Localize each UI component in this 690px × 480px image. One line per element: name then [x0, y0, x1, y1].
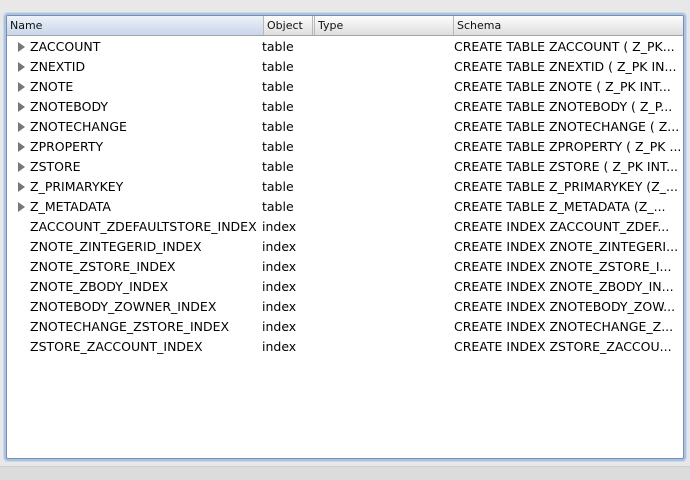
- cell-type: [317, 77, 452, 97]
- cell-object: index: [262, 239, 297, 254]
- disclosure-triangle-icon[interactable]: [18, 102, 25, 112]
- cell-name: ZACCOUNT_ZDEFAULTSTORE_INDEX: [30, 219, 257, 234]
- cell-object: table: [262, 199, 294, 214]
- table-row[interactable]: ZSTORE table CREATE TABLE ZSTORE ( Z_PK IN…: [7, 157, 683, 177]
- cell-object: table: [262, 39, 294, 54]
- column-header-type[interactable]: Type: [315, 16, 454, 35]
- cell-name: Z_METADATA: [30, 199, 111, 214]
- disclosure-triangle-icon[interactable]: [18, 182, 25, 192]
- disclosure-triangle-icon[interactable]: [18, 122, 25, 132]
- cell-schema: CREATE TABLE ZNOTECHANGE ( Z...: [454, 119, 680, 134]
- cell-object: table: [262, 119, 294, 134]
- cell-schema: CREATE INDEX ZNOTE_ZINTEGERI...: [454, 239, 679, 254]
- cell-type: [317, 337, 452, 357]
- cell-name: ZNOTEBODY_ZOWNER_INDEX: [30, 299, 217, 314]
- cell-object: table: [262, 99, 294, 114]
- table-row[interactable]: ZNOTE_ZBODY_INDEX index CREATE INDEX ZNOTE…: [7, 277, 683, 297]
- cell-name: ZNOTE: [30, 79, 74, 94]
- cell-schema: CREATE INDEX ZSTORE_ZACCOU...: [454, 339, 672, 354]
- table-row[interactable]: ZNOTEBODY table CREATE TABLE ZNOTEBODY ( Z…: [7, 97, 683, 117]
- cell-schema: CREATE TABLE ZACCOUNT ( Z_PK...: [454, 39, 675, 54]
- cell-object: index: [262, 319, 297, 334]
- cell-name: ZSTORE_ZACCOUNT_INDEX: [30, 339, 203, 354]
- cell-object: table: [262, 59, 294, 74]
- cell-name: ZNOTE_ZINTEGERID_INDEX: [30, 239, 202, 254]
- cell-name: ZNEXTID: [30, 59, 86, 74]
- cell-object: table: [262, 159, 294, 174]
- column-header-name[interactable]: Name: [7, 16, 264, 35]
- cell-schema: CREATE TABLE ZSTORE ( Z_PK INT...: [454, 159, 679, 174]
- cell-type: [317, 177, 452, 197]
- cell-object: table: [262, 139, 294, 154]
- table-row[interactable]: ZNOTE_ZINTEGERID_INDEX index CREATE INDEX …: [7, 237, 683, 257]
- cell-object: index: [262, 299, 297, 314]
- disclosure-triangle-icon[interactable]: [18, 62, 25, 72]
- cell-schema: CREATE TABLE Z_PRIMARYKEY (Z_...: [454, 179, 678, 194]
- cell-object: index: [262, 219, 297, 234]
- cell-type: [317, 277, 452, 297]
- column-header-object[interactable]: Object: [264, 16, 313, 35]
- table-row[interactable]: ZNEXTID table CREATE TABLE ZNEXTID ( Z_PK …: [7, 57, 683, 77]
- cell-type: [317, 137, 452, 157]
- table-body: ZACCOUNT table CREATE TABLE ZACCOUNT ( Z_P…: [7, 37, 683, 357]
- table-row[interactable]: ZNOTE_ZSTORE_INDEX index CREATE INDEX ZNOT…: [7, 257, 683, 277]
- cell-type: [317, 97, 452, 117]
- table-row[interactable]: ZNOTECHANGE_ZSTORE_INDEX index CREATE INDE…: [7, 317, 683, 337]
- cell-schema: CREATE INDEX ZNOTE_ZBODY_IN...: [454, 279, 674, 294]
- cell-name: ZNOTECHANGE_ZSTORE_INDEX: [30, 319, 230, 334]
- schema-outline-view[interactable]: Name Object Type Schema ZACCOUNT table CRE…: [6, 15, 684, 459]
- cell-name: ZACCOUNT: [30, 39, 101, 54]
- cell-schema: CREATE TABLE ZNOTEBODY ( Z_P...: [454, 99, 673, 114]
- table-row[interactable]: ZPROPERTY table CREATE TABLE ZPROPERTY ( Z…: [7, 137, 683, 157]
- cell-object: index: [262, 339, 297, 354]
- cell-schema: CREATE INDEX ZACCOUNT_ZDEF...: [454, 219, 670, 234]
- cell-type: [317, 157, 452, 177]
- table-row[interactable]: ZACCOUNT table CREATE TABLE ZACCOUNT ( Z_P…: [7, 37, 683, 57]
- cell-name: ZNOTECHANGE: [30, 119, 127, 134]
- cell-name: Z_PRIMARYKEY: [30, 179, 124, 194]
- disclosure-triangle-icon[interactable]: [18, 142, 25, 152]
- cell-name: ZNOTEBODY: [30, 99, 109, 114]
- cell-name: ZPROPERTY: [30, 139, 104, 154]
- cell-schema: CREATE INDEX ZNOTEBODY_ZOW...: [454, 299, 676, 314]
- cell-schema: CREATE TABLE ZNEXTID ( Z_PK IN...: [454, 59, 677, 74]
- disclosure-triangle-icon[interactable]: [18, 162, 25, 172]
- cell-type: [317, 297, 452, 317]
- bottom-bar: [0, 466, 690, 480]
- cell-name: ZSTORE: [30, 159, 81, 174]
- cell-name: ZNOTE_ZBODY_INDEX: [30, 279, 169, 294]
- cell-schema: CREATE INDEX ZNOTECHANGE_Z...: [454, 319, 674, 334]
- cell-type: [317, 197, 452, 217]
- column-header-schema[interactable]: Schema: [454, 16, 683, 35]
- cell-type: [317, 37, 452, 57]
- cell-type: [317, 57, 452, 77]
- cell-schema: CREATE TABLE ZNOTE ( Z_PK INT...: [454, 79, 671, 94]
- cell-type: [317, 317, 452, 337]
- cell-object: table: [262, 79, 294, 94]
- table-row[interactable]: Z_PRIMARYKEY table CREATE TABLE Z_PRIMARYK…: [7, 177, 683, 197]
- cell-type: [317, 257, 452, 277]
- table-row[interactable]: ZSTORE_ZACCOUNT_INDEX index CREATE INDEX Z…: [7, 337, 683, 357]
- table-row[interactable]: Z_METADATA table CREATE TABLE Z_METADATA (…: [7, 197, 683, 217]
- cell-type: [317, 217, 452, 237]
- table-header: Name Object Type Schema: [7, 16, 683, 36]
- cell-object: index: [262, 259, 297, 274]
- disclosure-triangle-icon[interactable]: [18, 82, 25, 92]
- table-row[interactable]: ZNOTECHANGE table CREATE TABLE ZNOTECHANGE…: [7, 117, 683, 137]
- cell-schema: CREATE INDEX ZNOTE_ZSTORE_I...: [454, 259, 672, 274]
- disclosure-triangle-icon[interactable]: [18, 42, 25, 52]
- cell-schema: CREATE TABLE ZPROPERTY ( Z_PK ...: [454, 139, 682, 154]
- cell-object: index: [262, 279, 297, 294]
- cell-type: [317, 117, 452, 137]
- table-row[interactable]: ZNOTE table CREATE TABLE ZNOTE ( Z_PK INT.…: [7, 77, 683, 97]
- cell-object: table: [262, 179, 294, 194]
- table-row[interactable]: ZNOTEBODY_ZOWNER_INDEX index CREATE INDEX …: [7, 297, 683, 317]
- cell-schema: CREATE TABLE Z_METADATA (Z_...: [454, 199, 666, 214]
- cell-type: [317, 237, 452, 257]
- disclosure-triangle-icon[interactable]: [18, 202, 25, 212]
- cell-name: ZNOTE_ZSTORE_INDEX: [30, 259, 176, 274]
- table-row[interactable]: ZACCOUNT_ZDEFAULTSTORE_INDEX index CREATE …: [7, 217, 683, 237]
